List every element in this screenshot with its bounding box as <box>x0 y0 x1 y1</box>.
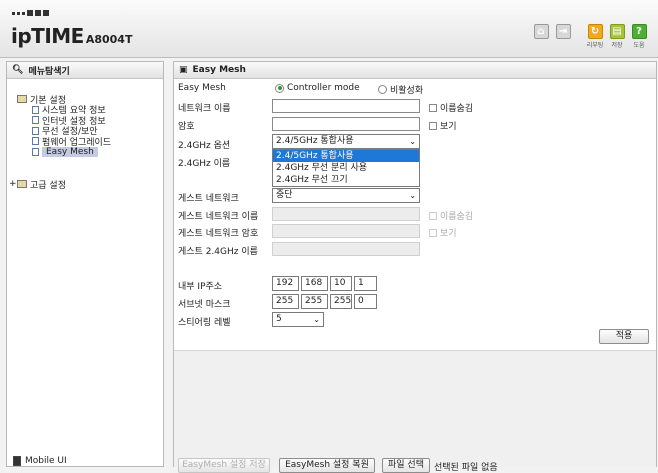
mobile-ui-link[interactable]: Mobile UI <box>13 456 67 466</box>
ip-octet-2[interactable]: 168 <box>301 276 328 291</box>
restart-icon[interactable]: ↻ 리부팅 <box>586 24 604 49</box>
apply-button[interactable]: 적용 <box>599 329 649 344</box>
page-icon <box>32 105 39 114</box>
easymesh-panel: ▣ Easy Mesh Easy Mesh Controller mode 비활… <box>173 61 657 473</box>
band-option-dropdown: 2.4/5GHz 통합사용 2.4GHz 무선 분리 사용 2.4GHz 무선 … <box>272 149 420 187</box>
password-field[interactable] <box>272 117 420 131</box>
page-icon <box>32 116 39 125</box>
top-header: ipTIME A8004T ⌂ ⇥ ↻ 리부팅 ▤ 저장 ? 도움 <box>0 0 658 58</box>
easymesh-label: Easy Mesh <box>178 83 226 93</box>
tree-item-firmware[interactable]: 펌웨어 업그레이드 <box>17 136 111 148</box>
easymesh-title: ▣ Easy Mesh <box>174 62 656 79</box>
band-option-item[interactable]: 2.4GHz 무선 분리 사용 <box>273 162 419 174</box>
mask-octet-1[interactable]: 255 <box>272 294 299 309</box>
ip-octet-3[interactable]: 10 <box>330 276 352 291</box>
easymesh-restore-button[interactable]: EasyMesh 설정 복원 <box>279 458 375 473</box>
logout-icon[interactable]: ⇥ <box>554 24 572 49</box>
page-icon <box>32 147 39 156</box>
password-label: 암호 <box>178 122 195 132</box>
search-icon: 🔍︎ <box>12 65 24 75</box>
tree-advanced-settings[interactable]: + 고급 설정 <box>9 179 111 191</box>
easymesh-save-button[interactable]: EasyMesh 설정 저장 <box>178 458 270 473</box>
backup-area: EasyMesh 설정 저장 EasyMesh 설정 복원 파일 선택 선택된 … <box>174 350 656 473</box>
guest-24-name-label: 게스트 2.4GHz 이름 <box>178 247 258 257</box>
mask-octet-3[interactable]: 255 <box>330 294 352 309</box>
guest-name-field[interactable] <box>272 207 420 221</box>
guest-network-label: 게스트 네트워크 <box>178 194 239 204</box>
window-icon: ▣ <box>179 65 188 75</box>
save-icon[interactable]: ▤ 저장 <box>608 24 626 49</box>
header-toolbar: ⌂ ⇥ ↻ 리부팅 ▤ 저장 ? 도움 <box>532 24 648 49</box>
menu-tree: 기본 설정 시스템 요약 정보 인터넷 설정 정보 무선 설정/보안 펌웨어 업… <box>9 94 111 191</box>
guest-24-name-field[interactable] <box>272 242 420 256</box>
folder-icon <box>17 95 27 104</box>
steering-select[interactable]: 5 ⌄ <box>272 312 324 327</box>
chevron-down-icon: ⌄ <box>409 137 416 146</box>
mobile-icon <box>13 456 21 466</box>
network-name-label: 네트워크 이름 <box>178 104 231 114</box>
guest-password-field[interactable] <box>272 224 420 238</box>
band-name-label: 2.4GHz 이름 <box>178 159 231 169</box>
guest-show-checkbox[interactable]: 보기 <box>429 226 457 239</box>
menu-explorer-panel: 🔍︎ 메뉴탐색기 기본 설정 시스템 요약 정보 인터넷 설정 정보 무선 설정… <box>6 61 164 467</box>
mask-octet-2[interactable]: 255 <box>301 294 328 309</box>
guest-name-label: 게스트 네트워크 이름 <box>178 212 259 222</box>
ip-octet-1[interactable]: 192 <box>272 276 299 291</box>
band-option-label: 2.4GHz 옵션 <box>178 141 231 151</box>
guest-network-select[interactable]: 중단 ⌄ <box>272 188 420 203</box>
expand-icon[interactable]: + <box>9 179 17 189</box>
network-name-field[interactable] <box>272 99 420 113</box>
disable-radio[interactable]: 비활성화 <box>378 83 423 96</box>
file-select-button[interactable]: 파일 선택 <box>382 458 430 473</box>
ip-octet-4[interactable]: 1 <box>354 276 377 291</box>
brand-dots <box>12 10 49 16</box>
mask-octet-4[interactable]: 0 <box>354 294 377 309</box>
steering-label: 스티어링 레벨 <box>178 318 231 328</box>
guest-hide-checkbox[interactable]: 이름숨김 <box>429 209 473 222</box>
folder-icon <box>17 180 27 189</box>
menu-explorer-title: 🔍︎ 메뉴탐색기 <box>7 62 163 79</box>
tree-item-easymesh[interactable]: Easy Mesh <box>17 146 111 158</box>
chevron-down-icon: ⌄ <box>409 191 416 200</box>
internal-ip-label: 내부 IP주소 <box>178 282 223 292</box>
help-icon[interactable]: ? 도움 <box>630 24 648 49</box>
home-icon[interactable]: ⌂ <box>532 24 550 49</box>
brand-logo: ipTIME A8004T <box>11 24 133 48</box>
page-icon <box>32 137 39 146</box>
chevron-down-icon: ⌄ <box>313 315 320 324</box>
controller-mode-radio[interactable]: Controller mode <box>275 83 360 93</box>
band-option-item[interactable]: 2.4/5GHz 통합사용 <box>273 150 419 162</box>
band-option-select[interactable]: 2.4/5GHz 통합사용 ⌄ <box>272 134 420 149</box>
page-icon <box>32 126 39 135</box>
band-option-item[interactable]: 2.4GHz 무선 끄기 <box>273 174 419 186</box>
guest-password-label: 게스트 네트워크 암호 <box>178 229 259 239</box>
show-password-checkbox[interactable]: 보기 <box>429 119 457 132</box>
subnet-label: 서브넷 마스크 <box>178 300 231 310</box>
hide-name-checkbox[interactable]: 이름숨김 <box>429 101 473 114</box>
